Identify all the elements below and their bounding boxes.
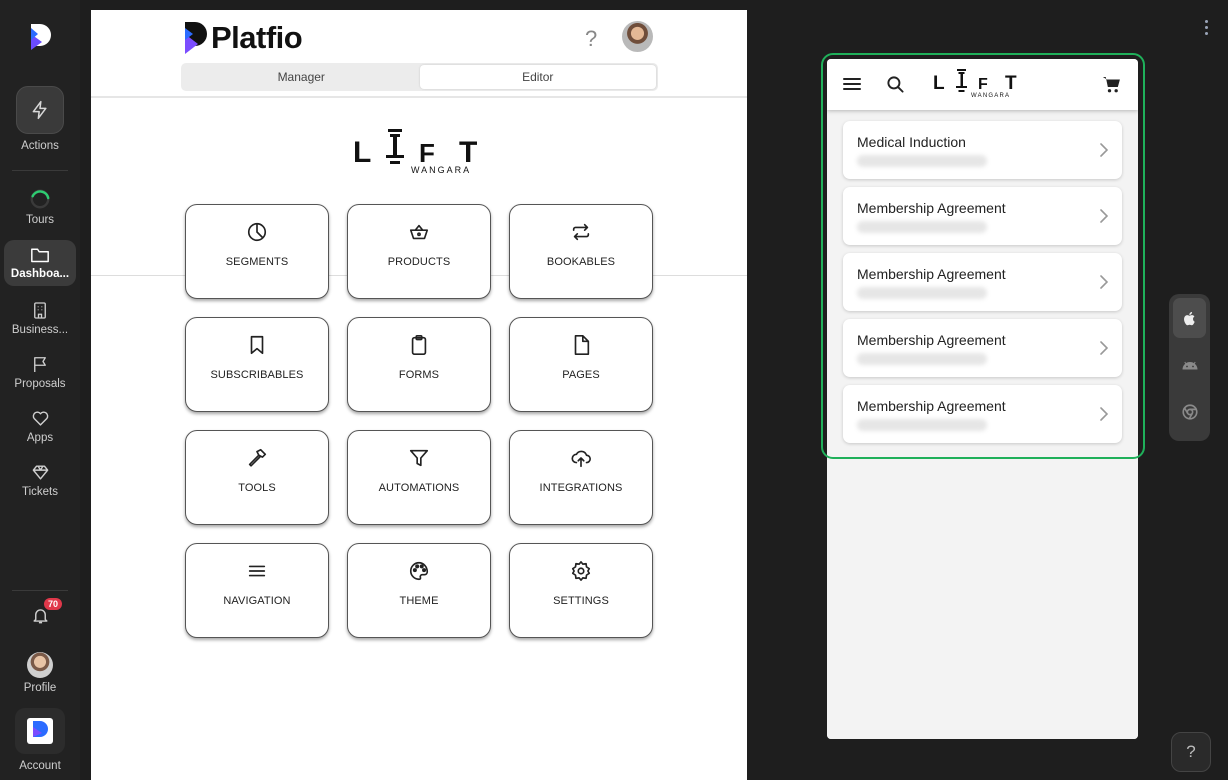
hammer-icon	[248, 448, 267, 467]
header-divider	[91, 96, 747, 98]
platform-web-button[interactable]	[1173, 392, 1206, 432]
menu-icon	[248, 565, 266, 577]
dumbbell-i-icon: I	[386, 129, 404, 164]
sidebar-item-label: Account	[19, 760, 61, 772]
sidebar-item-dashboard[interactable]: Dashboa...	[4, 240, 76, 286]
help-button[interactable]: ?	[1171, 732, 1211, 772]
sidebar-item-tickets[interactable]: Tickets	[4, 463, 76, 498]
platfio-logo-icon	[27, 718, 53, 744]
tile-label: BOOKABLES	[546, 256, 616, 268]
diamond-icon	[32, 465, 48, 480]
repeat-icon	[572, 223, 590, 241]
tile-label: PRODUCTS	[387, 256, 451, 268]
android-icon	[1182, 361, 1197, 370]
sidebar-item-label: Business...	[11, 324, 69, 336]
tile-label: THEME	[399, 595, 439, 607]
tile-segments[interactable]: SEGMENTS	[185, 204, 329, 299]
tile-navigation[interactable]: NAVIGATION	[185, 543, 329, 638]
apple-icon	[1184, 311, 1195, 325]
chrome-icon	[1181, 404, 1198, 420]
sidebar-item-apps[interactable]: Apps	[4, 409, 76, 444]
building-icon	[34, 302, 46, 319]
brand-name: Platfio	[211, 20, 303, 55]
sidebar-item-label: Tours	[25, 214, 55, 226]
palette-icon	[410, 561, 429, 581]
tab-manager[interactable]: Manager	[183, 65, 420, 89]
platfio-logo[interactable]: Platfio	[183, 20, 303, 55]
sidebar-item-label: Proposals	[14, 378, 66, 390]
avatar	[27, 652, 53, 678]
lightning-icon	[32, 100, 47, 120]
tile-pages[interactable]: PAGES	[509, 317, 653, 412]
sidebar-item-tours[interactable]: Tours	[4, 188, 76, 226]
platform-switcher	[1169, 294, 1210, 441]
sidebar-item-label: Actions	[21, 140, 59, 152]
more-options-icon[interactable]	[1205, 20, 1209, 38]
tile-settings[interactable]: SETTINGS	[509, 543, 653, 638]
tile-label: SUBSCRIBABLES	[210, 369, 304, 381]
sidebar-item-label: Apps	[26, 432, 54, 444]
sidebar-item-actions[interactable]: Actions	[4, 86, 76, 152]
logo-letter-f: F	[419, 138, 435, 168]
sidebar-item-proposals[interactable]: Proposals	[4, 355, 76, 390]
tile-label: INTEGRATIONS	[539, 482, 623, 494]
tile-label: SETTINGS	[553, 595, 609, 607]
pie-chart-icon	[247, 222, 267, 242]
sidebar-divider	[12, 170, 68, 171]
gear-icon	[571, 561, 591, 581]
mode-switch: Manager Editor	[181, 63, 658, 91]
tile-products[interactable]: PRODUCTS	[347, 204, 491, 299]
logo-letter-l: L	[353, 136, 371, 169]
tile-bookables[interactable]: BOOKABLES	[509, 204, 653, 299]
tile-subscribables[interactable]: SUBSCRIBABLES	[185, 317, 329, 412]
bookmark-icon	[250, 335, 264, 355]
logo-subtitle: WANGARA	[411, 165, 471, 175]
tile-label: TOOLS	[238, 482, 276, 494]
tile-label: AUTOMATIONS	[378, 482, 460, 494]
progress-ring-icon	[30, 189, 50, 209]
tile-tools[interactable]: TOOLS	[185, 430, 329, 525]
sidebar-item-account[interactable]: Account	[4, 708, 76, 772]
sidebar-item-label: Profile	[23, 682, 57, 694]
sidebar-item-label: Dashboa...	[10, 268, 70, 280]
file-icon	[574, 335, 590, 355]
tab-editor[interactable]: Editor	[419, 65, 656, 89]
account-box	[15, 708, 65, 754]
actions-box	[16, 86, 64, 134]
selected-block-outline	[821, 53, 1145, 459]
cloud-upload-icon	[571, 450, 591, 468]
sidebar-item-business[interactable]: Business...	[4, 301, 76, 336]
platform-android-button[interactable]	[1173, 345, 1206, 385]
help-icon[interactable]: ?	[585, 26, 597, 52]
basket-icon	[409, 224, 429, 240]
folder-icon	[31, 248, 49, 263]
heart-icon	[32, 411, 48, 426]
main-panel: Platfio ? Manager Editor L I F T WANGARA…	[91, 10, 747, 780]
user-avatar[interactable]	[622, 21, 653, 52]
notification-badge: 70	[44, 598, 63, 610]
tile-label: SEGMENTS	[225, 256, 289, 268]
tile-label: FORMS	[398, 369, 440, 381]
tile-theme[interactable]: THEME	[347, 543, 491, 638]
client-logo: L I F T WANGARA	[353, 129, 477, 175]
platfio-logo-icon[interactable]	[28, 24, 52, 50]
sidebar-divider	[12, 590, 68, 591]
platform-ios-button[interactable]	[1173, 298, 1206, 338]
left-sidebar: Actions Tours Dashboa... Business... Pro…	[0, 0, 80, 780]
sidebar-item-profile[interactable]: Profile	[4, 652, 76, 694]
clipboard-icon	[411, 335, 427, 355]
module-grid: SEGMENTS PRODUCTS BOOKABLES SUBSCRIBABLE…	[185, 204, 653, 638]
tile-label: NAVIGATION	[223, 595, 291, 607]
tile-forms[interactable]: FORMS	[347, 317, 491, 412]
filter-icon	[409, 449, 429, 467]
platfio-logo-icon	[185, 22, 207, 54]
tile-label: PAGES	[562, 369, 600, 381]
tile-automations[interactable]: AUTOMATIONS	[347, 430, 491, 525]
sidebar-item-label: Tickets	[22, 486, 58, 498]
flag-icon	[34, 357, 46, 372]
tile-integrations[interactable]: INTEGRATIONS	[509, 430, 653, 525]
notifications-button[interactable]: 70	[4, 598, 76, 629]
